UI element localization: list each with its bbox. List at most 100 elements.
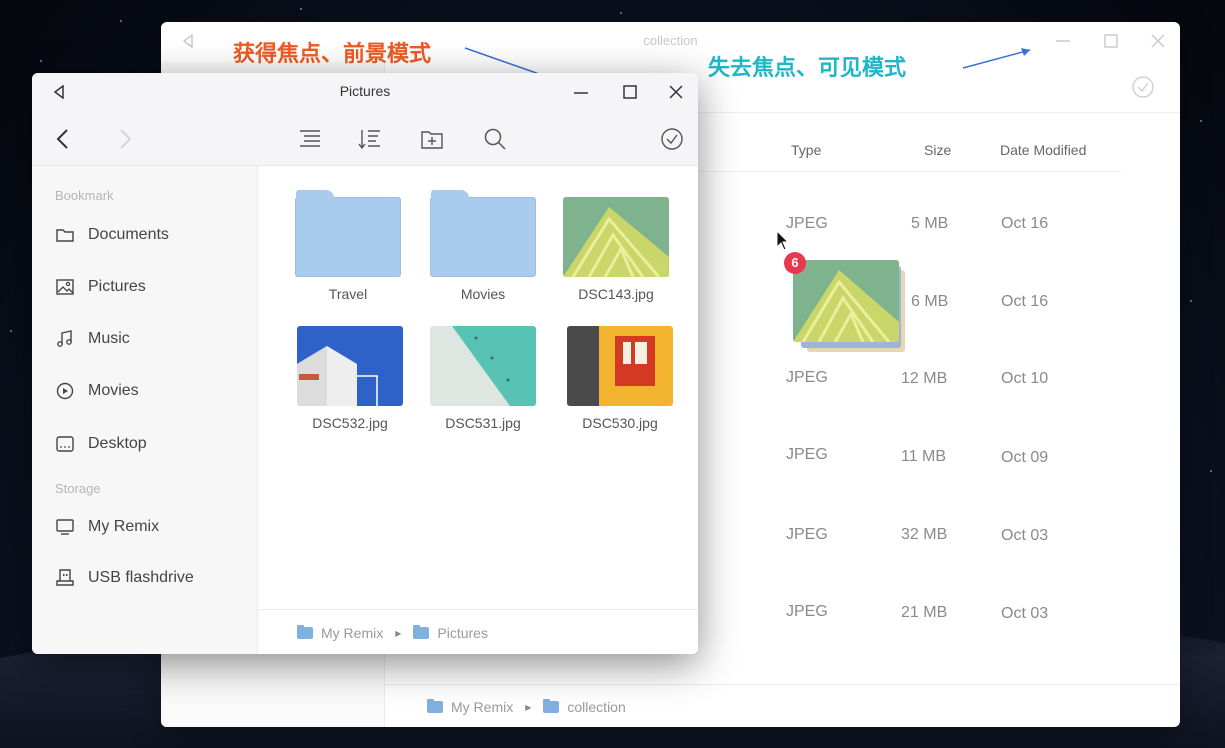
star [620,12,622,14]
star [300,8,302,10]
window-title: Pictures [339,83,391,99]
sidebar-item-pictures[interactable]: Pictures [55,277,146,297]
title-bar[interactable]: Pictures [32,73,698,166]
star [1190,300,1192,302]
file-tile[interactable]: Travel [294,190,402,302]
row-size: 6 MB [911,293,949,310]
star [120,20,122,22]
sidebar-item-music[interactable]: Music [55,329,130,349]
folder-icon [297,625,313,639]
select-check-icon[interactable] [1131,75,1155,99]
back-icon[interactable] [50,126,76,152]
desktop-icon [55,434,75,454]
sidebar-item-documents[interactable]: Documents [55,225,169,245]
folder-icon [295,190,401,277]
file-name: Travel [328,286,368,302]
close-icon[interactable] [1149,32,1167,50]
star [1200,120,1202,122]
select-check-icon[interactable] [659,126,685,152]
file-name: DSC530.jpg [582,415,658,431]
folder-icon [427,699,443,713]
annotation-arrow-icon [962,48,1031,69]
row-date: Oct 16 [1001,293,1049,310]
breadcrumb: My Remix ▶ Pictures [297,625,488,641]
sidebar-item-label: Desktop [88,435,147,452]
sidebar-item-label: Pictures [88,278,146,295]
sidebar: Bookmark Documents Pictures Music Movies… [32,166,258,654]
row-date: Oct 03 [1001,605,1049,622]
image-thumbnail [567,326,673,406]
file-name: DSC143.jpg [578,286,654,302]
row-date: Oct 03 [1001,527,1049,544]
sidebar-item-label: Music [88,330,130,347]
row-size: 32 MB [901,526,948,543]
monitor-icon [55,517,75,537]
row-size: 12 MB [901,370,948,387]
pictures-window[interactable]: Pictures Bookmark Documents Pictures Mus… [32,73,698,654]
breadcrumb-item[interactable]: collection [567,699,625,715]
star [1210,470,1212,472]
row-size: 11 MB [901,448,947,465]
image-icon [55,277,75,297]
breadcrumb: My Remix ▶ collection [427,699,626,715]
sidebar-item-desktop[interactable]: Desktop [55,434,147,454]
focused-annotation: 获得焦点、前景模式 [233,42,432,67]
file-name: DSC532.jpg [312,415,388,431]
file-tile[interactable]: DSC531.jpg [429,326,537,431]
forward-icon[interactable] [112,126,138,152]
column-header-type[interactable]: Type [791,142,821,158]
breadcrumb-item[interactable]: My Remix [451,699,513,715]
sidebar-item-my-remix[interactable]: My Remix [55,517,159,537]
row-date: Oct 09 [1001,449,1049,466]
status-bar: My Remix ▶ Pictures [258,609,698,654]
row-type: JPEG [786,603,828,620]
file-name: DSC531.jpg [445,415,521,431]
mouse-cursor-icon [776,230,790,251]
maximize-icon[interactable] [621,83,639,101]
row-size: 21 MB [901,604,948,621]
image-thumbnail [563,197,669,277]
usb-icon [55,568,75,588]
breadcrumb-item[interactable]: My Remix [321,625,383,641]
sidebar-item-label: Movies [88,382,139,399]
file-tile[interactable]: Movies [429,190,537,302]
sidebar-item-movies[interactable]: Movies [55,381,139,401]
unfocused-annotation: 失去焦点、可见模式 [708,56,907,81]
row-type: JPEG [786,369,828,386]
music-icon [55,329,75,349]
file-tile[interactable]: DSC143.jpg [562,197,670,302]
new-folder-icon[interactable] [419,126,445,152]
sidebar-item-label: Documents [88,226,169,243]
file-name: Movies [460,286,506,302]
list-view-icon[interactable] [297,126,323,152]
row-size: 5 MB [911,215,949,232]
minimize-icon[interactable] [572,83,590,101]
minimize-icon[interactable] [1054,32,1072,50]
play-icon [55,381,75,401]
folder-icon [543,699,560,713]
close-icon[interactable] [667,83,685,101]
breadcrumb-item[interactable]: Pictures [437,625,488,641]
image-thumbnail [297,326,403,406]
column-header-size[interactable]: Size [924,142,951,158]
drag-count-badge: 6 [784,252,806,274]
search-icon[interactable] [482,126,508,152]
sidebar-item-usb[interactable]: USB flashdrive [55,568,194,588]
row-date: Oct 10 [1001,370,1049,387]
column-header-date[interactable]: Date Modified [1000,142,1086,158]
folder-icon [55,225,75,245]
row-type: JPEG [786,526,828,543]
star [40,60,42,62]
status-bar: My Remix ▶ collection [385,684,1180,727]
file-tile[interactable]: DSC532.jpg [296,326,404,431]
maximize-icon[interactable] [1102,32,1120,50]
file-tile[interactable]: DSC530.jpg [566,326,674,431]
sidebar-item-label: My Remix [88,518,160,535]
section-label-storage: Storage [55,481,101,496]
row-type: JPEG [786,446,828,463]
image-thumbnail [430,326,536,406]
drag-thumbnail [793,260,899,342]
folder-icon [430,190,536,277]
sidebar-item-label: USB flashdrive [88,569,194,586]
sort-icon[interactable] [357,126,383,152]
